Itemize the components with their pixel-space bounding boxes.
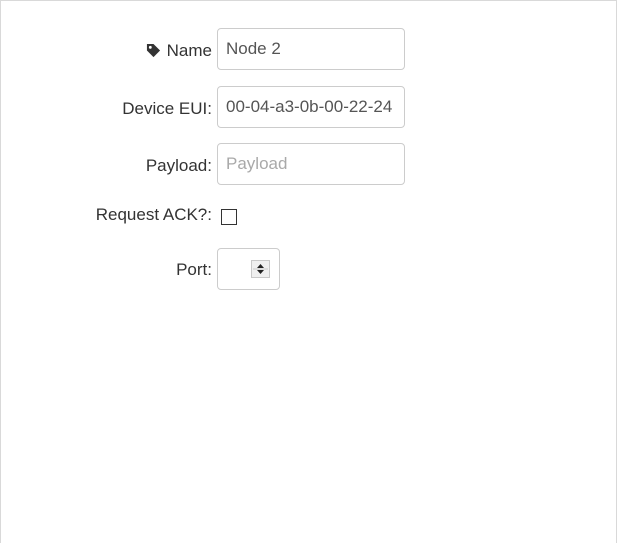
tag-icon [146, 43, 161, 58]
stepper-down-icon[interactable] [257, 270, 264, 274]
port-stepper[interactable] [251, 260, 270, 278]
node-edit-panel: Name Device EUI: Payload: Request ACK?: … [0, 0, 617, 543]
port-row: Port: [1, 247, 618, 291]
request-ack-label: Request ACK?: [95, 204, 212, 224]
name-input[interactable] [217, 28, 405, 70]
name-label-text: Name [166, 40, 212, 60]
name-row: Name [1, 28, 618, 72]
port-input[interactable] [217, 248, 280, 290]
request-ack-checkbox[interactable] [221, 209, 237, 225]
port-label: Port: [176, 259, 212, 279]
device-eui-input[interactable] [217, 86, 405, 128]
name-label: Name [146, 28, 212, 72]
device-eui-row: Device EUI: [1, 86, 618, 130]
payload-input[interactable] [217, 143, 405, 185]
request-ack-row: Request ACK?: [1, 192, 618, 236]
payload-label: Payload: [145, 155, 212, 175]
stepper-up-icon[interactable] [257, 264, 264, 268]
device-eui-label: Device EUI: [122, 98, 212, 118]
payload-row: Payload: [1, 143, 618, 187]
